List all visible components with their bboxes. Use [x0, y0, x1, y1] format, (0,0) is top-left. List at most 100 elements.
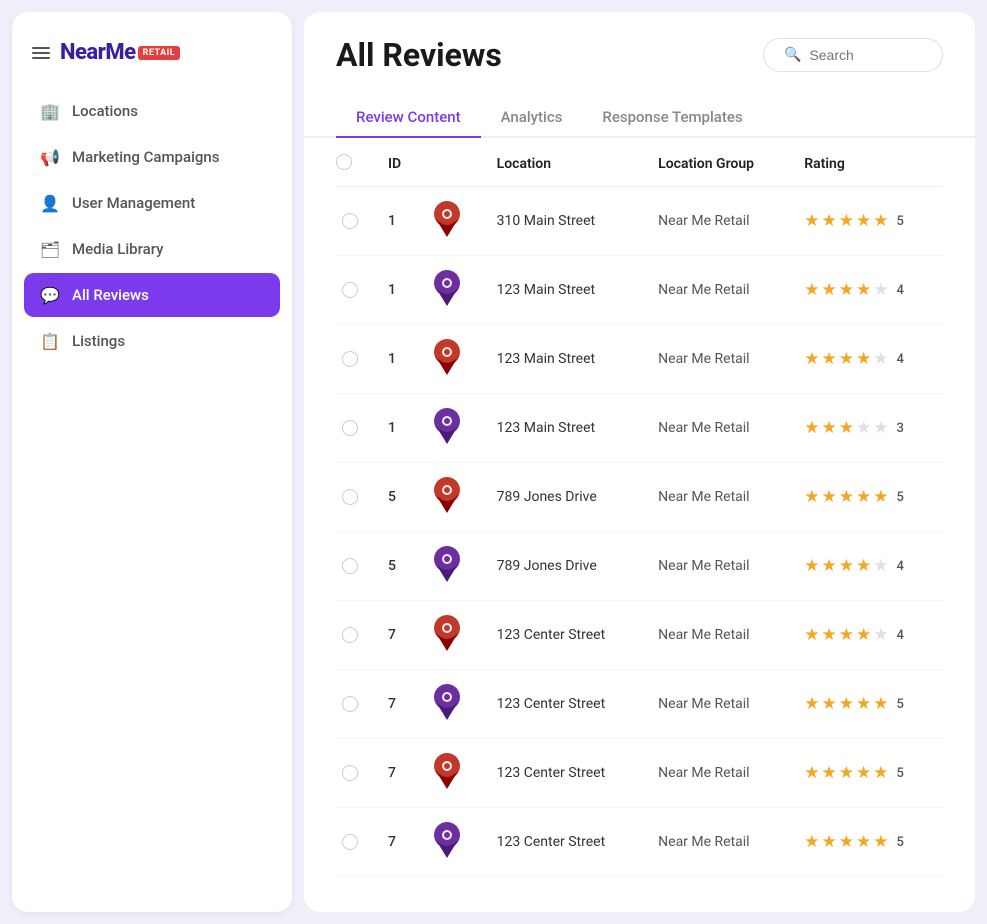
star-3-row-5: ★	[839, 556, 854, 576]
star-3-row-2: ★	[839, 349, 854, 369]
row-group-2: Near Me Retail	[646, 325, 792, 394]
row-group-6: Near Me Retail	[646, 601, 792, 670]
row-pin-1	[421, 256, 484, 325]
star-3-row-0: ★	[839, 211, 854, 231]
star-5-row-9: ★	[873, 832, 888, 852]
row-id-0: 1	[376, 187, 421, 256]
star-5-row-6: ★	[873, 625, 888, 645]
table-row: 7 123 Center StreetNear Me Retail★★★★★5	[336, 739, 943, 808]
tabs: Review ContentAnalyticsResponse Template…	[304, 82, 975, 138]
star-2-row-4: ★	[822, 487, 837, 507]
row-group-8: Near Me Retail	[646, 739, 792, 808]
star-2-row-9: ★	[822, 832, 837, 852]
row-checkbox-6[interactable]	[342, 627, 358, 643]
col-icon	[421, 138, 484, 187]
star-2-row-3: ★	[822, 418, 837, 438]
nav-icon-media: 🗂	[40, 239, 60, 259]
row-id-8: 7	[376, 739, 421, 808]
star-5-row-0: ★	[873, 211, 888, 231]
search-input[interactable]	[809, 47, 922, 63]
rating-num-2: 4	[897, 352, 904, 367]
tab-analytics[interactable]: Analytics	[481, 98, 583, 138]
row-checkbox-2[interactable]	[342, 351, 358, 367]
row-rating-9: ★★★★★5	[792, 808, 943, 877]
search-box[interactable]: 🔍	[763, 38, 943, 72]
logo-area: NearMeRETAIL	[12, 32, 292, 89]
star-1-row-3: ★	[804, 418, 819, 438]
table-row: 1 310 Main StreetNear Me Retail★★★★★5	[336, 187, 943, 256]
row-id-1: 1	[376, 256, 421, 325]
row-checkbox-3[interactable]	[342, 420, 358, 436]
star-1-row-5: ★	[804, 556, 819, 576]
row-checkbox-5[interactable]	[342, 558, 358, 574]
star-1-row-8: ★	[804, 763, 819, 783]
row-checkbox-1[interactable]	[342, 282, 358, 298]
row-checkbox-9[interactable]	[342, 834, 358, 850]
sidebar-item-listings[interactable]: 📋 Listings	[24, 319, 280, 363]
nav-icon-locations: 🏢	[40, 101, 60, 121]
row-checkbox-4[interactable]	[342, 489, 358, 505]
row-location-3: 123 Main Street	[485, 394, 647, 463]
row-location-1: 123 Main Street	[485, 256, 647, 325]
star-2-row-2: ★	[822, 349, 837, 369]
row-rating-0: ★★★★★5	[792, 187, 943, 256]
row-id-3: 1	[376, 394, 421, 463]
table-row: 1 123 Main StreetNear Me Retail★★★★★3	[336, 394, 943, 463]
row-group-0: Near Me Retail	[646, 187, 792, 256]
star-3-row-7: ★	[839, 694, 854, 714]
rating-num-4: 5	[897, 490, 904, 505]
top-bar: All Reviews 🔍	[304, 12, 975, 74]
sidebar-item-users[interactable]: 👤 User Management	[24, 181, 280, 225]
row-id-2: 1	[376, 325, 421, 394]
row-location-7: 123 Center Street	[485, 670, 647, 739]
logo-text: NearMeRETAIL	[60, 40, 180, 65]
star-4-row-9: ★	[856, 832, 871, 852]
star-5-row-5: ★	[873, 556, 888, 576]
row-id-6: 7	[376, 601, 421, 670]
star-4-row-7: ★	[856, 694, 871, 714]
row-id-9: 7	[376, 808, 421, 877]
row-rating-6: ★★★★★4	[792, 601, 943, 670]
sidebar-item-media[interactable]: 🗂 Media Library	[24, 227, 280, 271]
table-row: 7 123 Center StreetNear Me Retail★★★★★5	[336, 808, 943, 877]
row-group-5: Near Me Retail	[646, 532, 792, 601]
row-rating-2: ★★★★★4	[792, 325, 943, 394]
star-5-row-7: ★	[873, 694, 888, 714]
nav-list: 🏢 Locations 📢 Marketing Campaigns 👤 User…	[12, 89, 292, 365]
row-id-5: 5	[376, 532, 421, 601]
star-4-row-5: ★	[856, 556, 871, 576]
star-4-row-4: ★	[856, 487, 871, 507]
row-pin-2	[421, 325, 484, 394]
tab-review-content[interactable]: Review Content	[336, 98, 481, 138]
select-all-checkbox[interactable]	[336, 154, 352, 170]
star-1-row-6: ★	[804, 625, 819, 645]
row-pin-5	[421, 532, 484, 601]
sidebar-item-marketing[interactable]: 📢 Marketing Campaigns	[24, 135, 280, 179]
row-checkbox-7[interactable]	[342, 696, 358, 712]
row-pin-9	[421, 808, 484, 877]
rating-num-0: 5	[897, 214, 904, 229]
sidebar-item-locations[interactable]: 🏢 Locations	[24, 89, 280, 133]
row-location-2: 123 Main Street	[485, 325, 647, 394]
star-1-row-0: ★	[804, 211, 819, 231]
col-checkbox	[336, 138, 376, 187]
row-location-9: 123 Center Street	[485, 808, 647, 877]
star-3-row-8: ★	[839, 763, 854, 783]
sidebar-item-reviews[interactable]: 💬 All Reviews	[24, 273, 280, 317]
row-checkbox-8[interactable]	[342, 765, 358, 781]
star-5-row-4: ★	[873, 487, 888, 507]
hamburger-menu[interactable]	[32, 47, 50, 59]
row-rating-8: ★★★★★5	[792, 739, 943, 808]
nav-icon-marketing: 📢	[40, 147, 60, 167]
row-group-4: Near Me Retail	[646, 463, 792, 532]
row-id-4: 5	[376, 463, 421, 532]
sidebar: NearMeRETAIL 🏢 Locations 📢 Marketing Cam…	[12, 12, 292, 912]
row-location-8: 123 Center Street	[485, 739, 647, 808]
star-5-row-1: ★	[873, 280, 888, 300]
col-id: ID	[376, 138, 421, 187]
table-row: 5 789 Jones DriveNear Me Retail★★★★★4	[336, 532, 943, 601]
row-id-7: 7	[376, 670, 421, 739]
nav-label-listings: Listings	[72, 332, 125, 350]
tab-response-templates[interactable]: Response Templates	[582, 98, 762, 138]
row-checkbox-0[interactable]	[342, 213, 358, 229]
